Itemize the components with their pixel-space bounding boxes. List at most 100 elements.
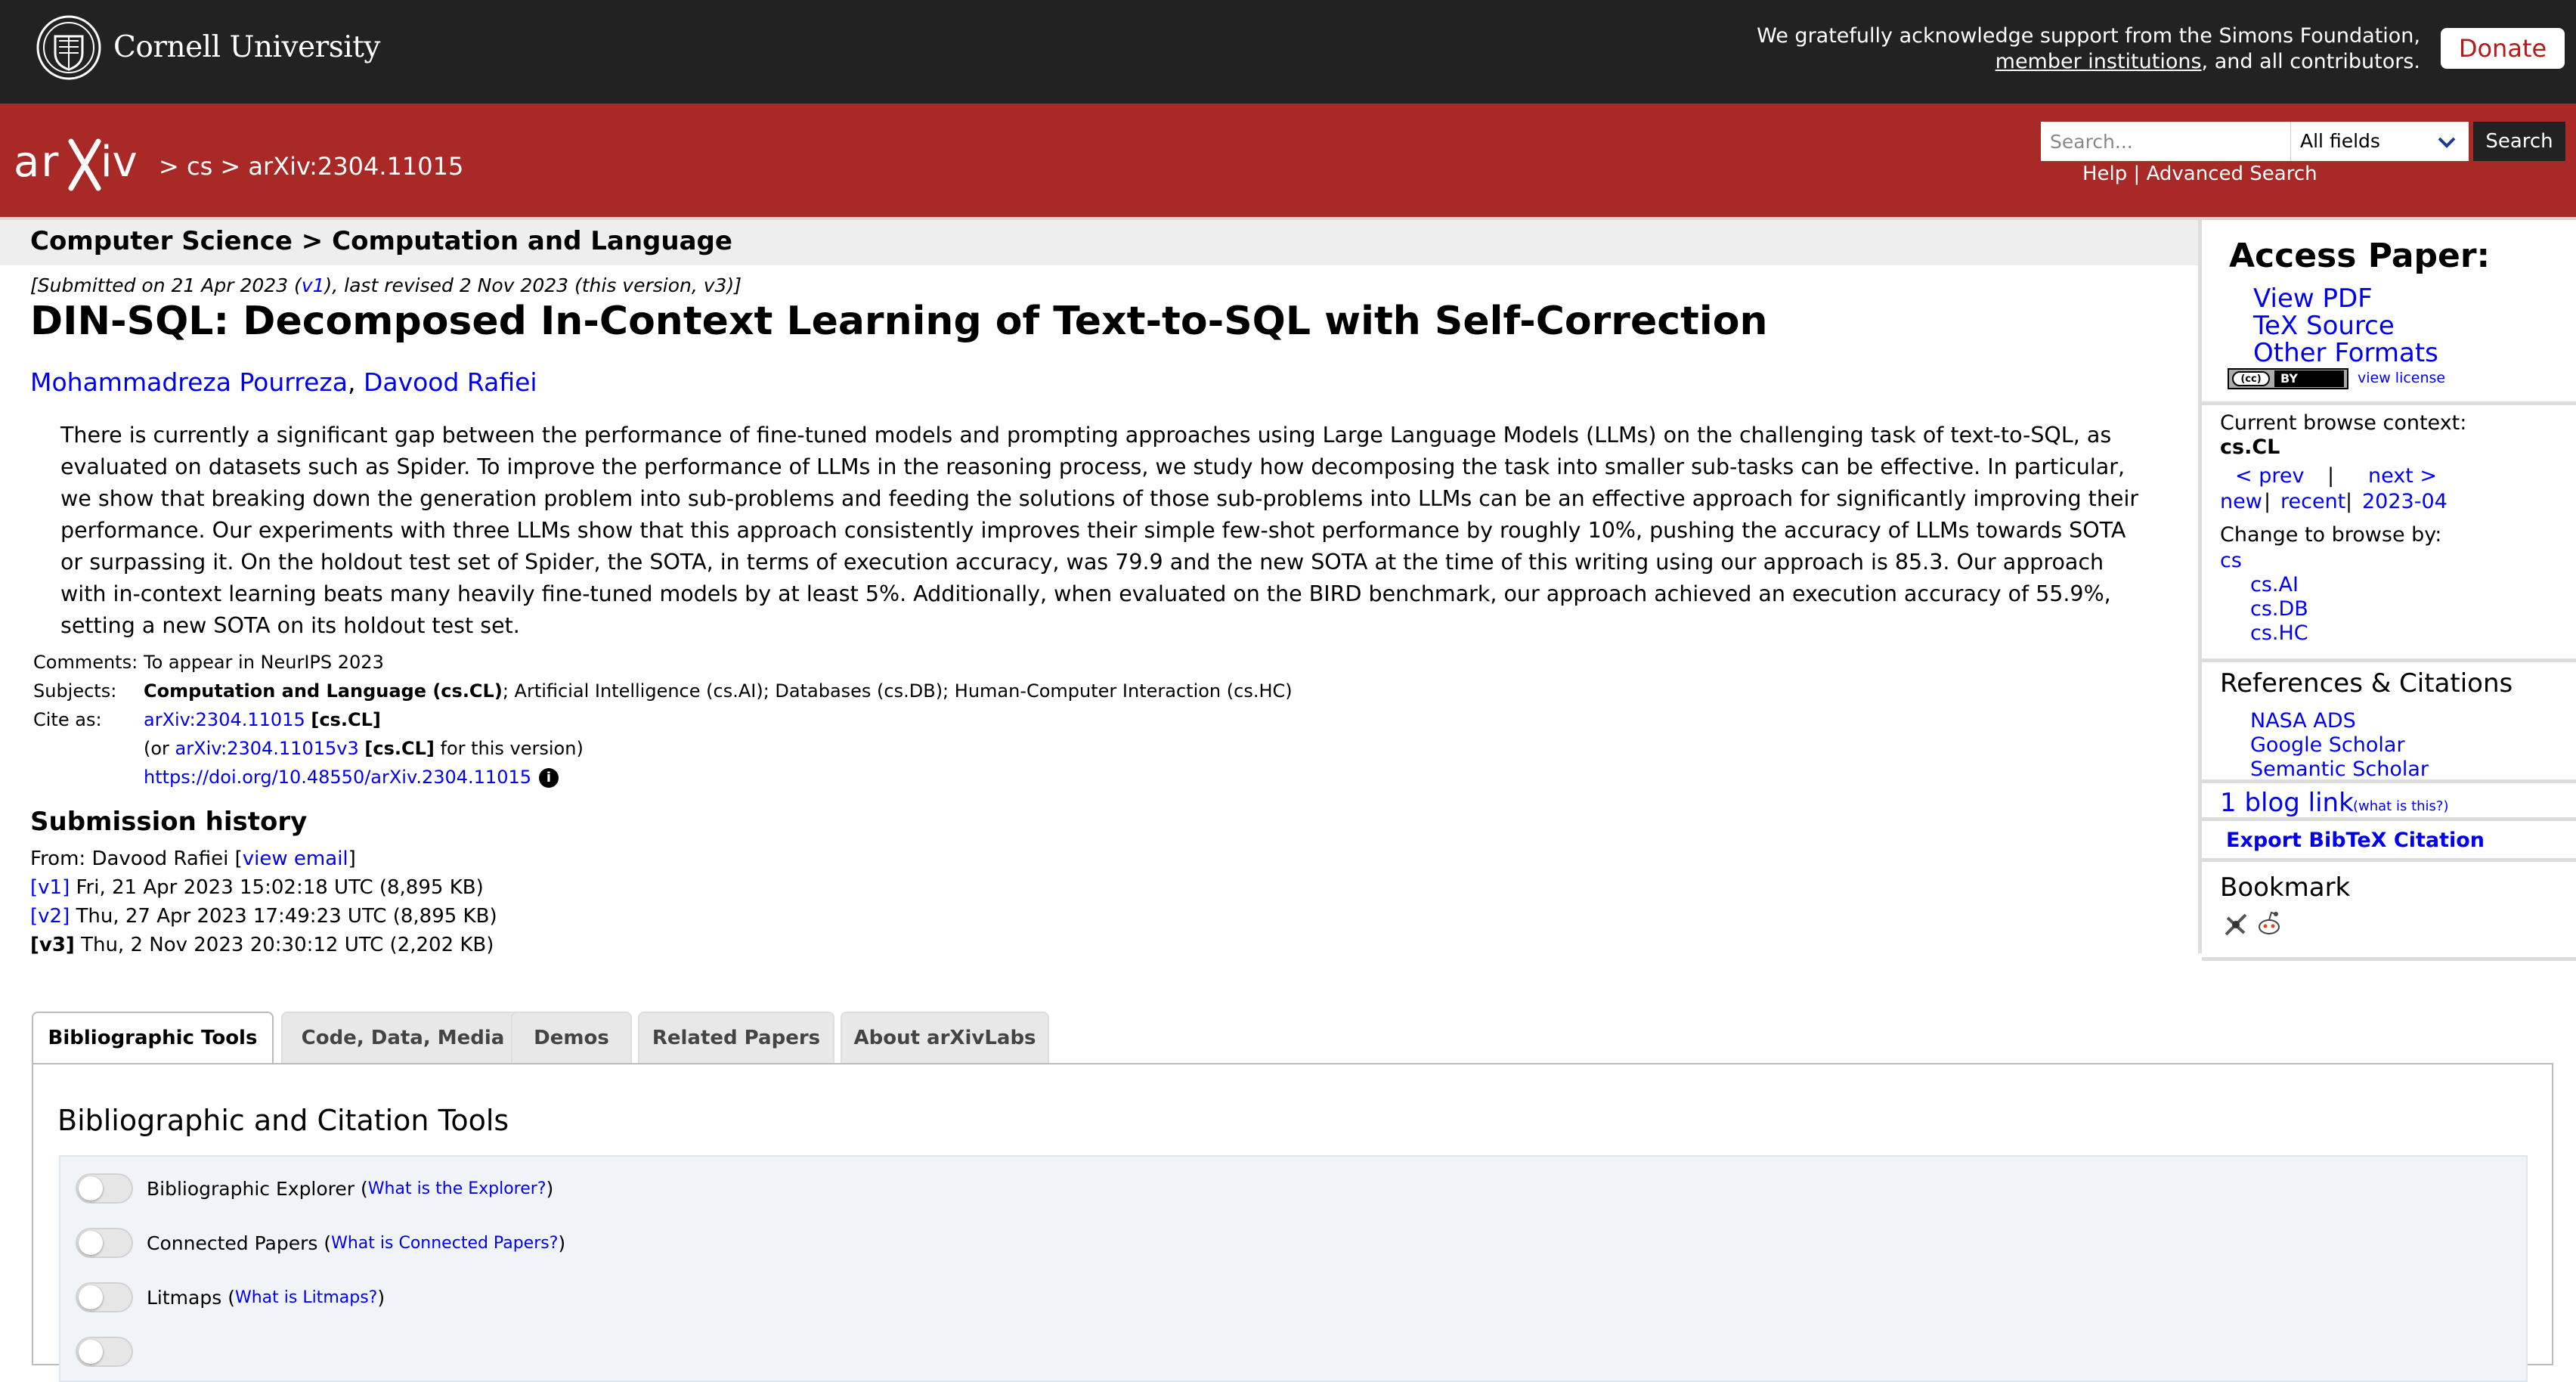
abstract: There is currently a significant gap bet… [60, 423, 2139, 638]
primary-subject: Computation and Language (cs.CL) [144, 680, 503, 702]
submission-history-title: Submission history [30, 807, 308, 837]
info-icon[interactable]: i [539, 768, 559, 788]
metadata-table: Comments: To appear in NeurIPS 2023 Subje… [33, 648, 1293, 792]
browse-cat-cs-ai[interactable]: cs.AI [2250, 573, 2299, 596]
arxiv-logo-icon[interactable]: ar iv [14, 134, 153, 194]
view-pdf-link[interactable]: View PDF [2253, 284, 2373, 314]
blog-link-box: 1 blog link (what is this?) [2202, 779, 2576, 821]
prev-link[interactable]: < prev [2235, 464, 2304, 488]
tab-demos[interactable]: Demos [511, 1012, 632, 1064]
by-mark: BY [2274, 370, 2344, 387]
connected-papers-toggle[interactable] [76, 1228, 133, 1258]
what-is-this-link[interactable]: (what is this?) [2353, 798, 2448, 814]
member-institutions-link[interactable]: member institutions [1995, 50, 2202, 73]
references-box: References & Citations NASA ADS Google S… [2202, 658, 2576, 783]
tool-help-link[interactable]: What is Litmaps? [235, 1288, 377, 1307]
google-scholar-link[interactable]: Google Scholar [2250, 733, 2405, 757]
tab-panel: Bibliographic and Citation Tools Bibliog… [32, 1063, 2553, 1382]
author-link[interactable]: Davood Rafiei [364, 367, 537, 397]
version-date: Fri, 21 Apr 2023 15:02:18 UTC (8,895 KB) [70, 876, 484, 899]
browse-cat-cs-db[interactable]: cs.DB [2250, 597, 2308, 621]
tool-help-link[interactable]: What is the Explorer? [368, 1179, 546, 1198]
blog-link[interactable]: 1 blog link [2220, 788, 2354, 818]
cc-by-license-icon[interactable]: (cc) BY [2228, 368, 2348, 389]
cc-mark: (cc) [2232, 371, 2270, 386]
dateline-prefix: [Submitted on 21 Apr 2023 ( [30, 274, 302, 296]
version-link-v1[interactable]: [v1] [30, 876, 70, 899]
help-link[interactable]: Help [2082, 163, 2127, 185]
comments-label: Comments: [33, 652, 138, 673]
breadcrumb[interactable]: > cs > arXiv:2304.11015 [159, 152, 463, 181]
browse-cat-cs-hc[interactable]: cs.HC [2250, 621, 2308, 645]
browse-context-label: Current browse context: [2220, 411, 2467, 435]
search-field-select[interactable]: All fields [2290, 122, 2469, 161]
export-box: Export BibTeX Citation [2202, 817, 2576, 862]
tab-code-data-media[interactable]: Code, Data, Media [281, 1012, 525, 1064]
nasa-ads-link[interactable]: NASA ADS [2250, 709, 2356, 733]
month-link[interactable]: 2023-04 [2362, 490, 2448, 513]
bibliographic-explorer-toggle[interactable] [76, 1173, 133, 1204]
access-paper-box: Access Paper: View PDF TeX Source Other … [2202, 220, 2576, 401]
reddit-icon[interactable] [2255, 909, 2283, 937]
other-formats-link[interactable]: Other Formats [2253, 338, 2438, 368]
cite-as-label: Cite as: [33, 709, 102, 730]
cite2-category: [cs.CL] [364, 738, 435, 759]
browse-cat-cs[interactable]: cs [2220, 549, 2242, 572]
search-button[interactable]: Search [2473, 122, 2565, 161]
cornell-university-link[interactable]: Cornell University [113, 30, 380, 64]
history-from: From: Davood Rafiei [ [30, 847, 243, 870]
partial-toggle[interactable] [76, 1337, 133, 1367]
view-license-link[interactable]: view license [2358, 370, 2445, 386]
bookmark-title: Bookmark [2220, 872, 2351, 903]
tool-help-link[interactable]: What is Connected Papers? [331, 1234, 558, 1253]
cite-version-link[interactable]: arXiv:2304.11015v3 [175, 738, 359, 759]
change-browse-label: Change to browse by: [2220, 523, 2442, 547]
svg-text:iv: iv [101, 138, 138, 187]
export-bibtex-link[interactable]: Export BibTeX Citation [2226, 829, 2485, 852]
recent-link[interactable]: recent [2280, 490, 2345, 513]
dateline-suffix: ), last revised 2 Nov 2023 (this version… [324, 274, 742, 296]
separator: | [2327, 464, 2335, 488]
version-date: Thu, 27 Apr 2023 17:49:23 UTC (8,895 KB) [70, 905, 497, 928]
submission-history: From: Davood Rafiei [view email] [v1] Fr… [30, 844, 497, 959]
tool-name: Connected Papers [147, 1232, 318, 1254]
bibsonomy-icon[interactable] [2223, 912, 2249, 937]
tool-name: Litmaps [147, 1286, 222, 1309]
version-link-v2[interactable]: [v2] [30, 905, 70, 928]
view-email-link[interactable]: view email [243, 847, 348, 870]
version-date: Thu, 2 Nov 2023 20:30:12 UTC (2,202 KB) [74, 934, 494, 956]
dateline-v1-link[interactable]: v1 [302, 274, 325, 296]
arxiv-header: ar iv > cs > arXiv:2304.11015 All fields… [0, 104, 2576, 220]
cite2-prefix: (or [144, 738, 175, 759]
tab-bibliographic-tools[interactable]: Bibliographic Tools [32, 1012, 274, 1067]
cornell-seal-icon[interactable] [36, 15, 101, 80]
version-current-v3: [v3] [30, 934, 75, 956]
semantic-scholar-link[interactable]: Semantic Scholar [2250, 758, 2429, 781]
access-paper-title: Access Paper: [2229, 237, 2491, 275]
references-title: References & Citations [2220, 668, 2513, 699]
dateline: [Submitted on 21 Apr 2023 (v1), last rev… [30, 274, 742, 296]
tex-source-link[interactable]: TeX Source [2253, 311, 2395, 341]
separator: | [2345, 490, 2353, 513]
new-link[interactable]: new [2220, 490, 2262, 513]
subjects-label: Subjects: [33, 680, 117, 702]
advanced-search-link[interactable]: Advanced Search [2147, 163, 2317, 185]
author-link[interactable]: Mohammadreza Pourreza [30, 367, 348, 397]
cite2-suffix: for this version) [434, 738, 584, 759]
chevron-down-icon [2438, 137, 2456, 148]
search-input[interactable] [2041, 122, 2290, 161]
doi-link[interactable]: https://doi.org/10.48550/arXiv.2304.1101… [144, 767, 531, 788]
donate-button[interactable]: Donate [2441, 28, 2565, 69]
tab-about-arxivlabs[interactable]: About arXivLabs [841, 1012, 1049, 1064]
next-link[interactable]: next > [2368, 464, 2437, 488]
svg-text:ar: ar [14, 138, 60, 187]
separator: | [2133, 163, 2141, 185]
litmaps-toggle[interactable] [76, 1282, 133, 1312]
tool-row: Bibliographic Explorer (What is the Expl… [76, 1172, 553, 1205]
subject-header-text: Computer Science > Computation and Langu… [30, 226, 732, 256]
support-line-1: We gratefully acknowledge support from t… [1757, 24, 2420, 48]
cite-id-link[interactable]: arXiv:2304.11015 [144, 709, 305, 730]
tab-related-papers[interactable]: Related Papers [638, 1012, 834, 1064]
panel-title: Bibliographic and Citation Tools [57, 1104, 509, 1137]
subject-header: Computer Science > Computation and Langu… [0, 220, 2200, 265]
